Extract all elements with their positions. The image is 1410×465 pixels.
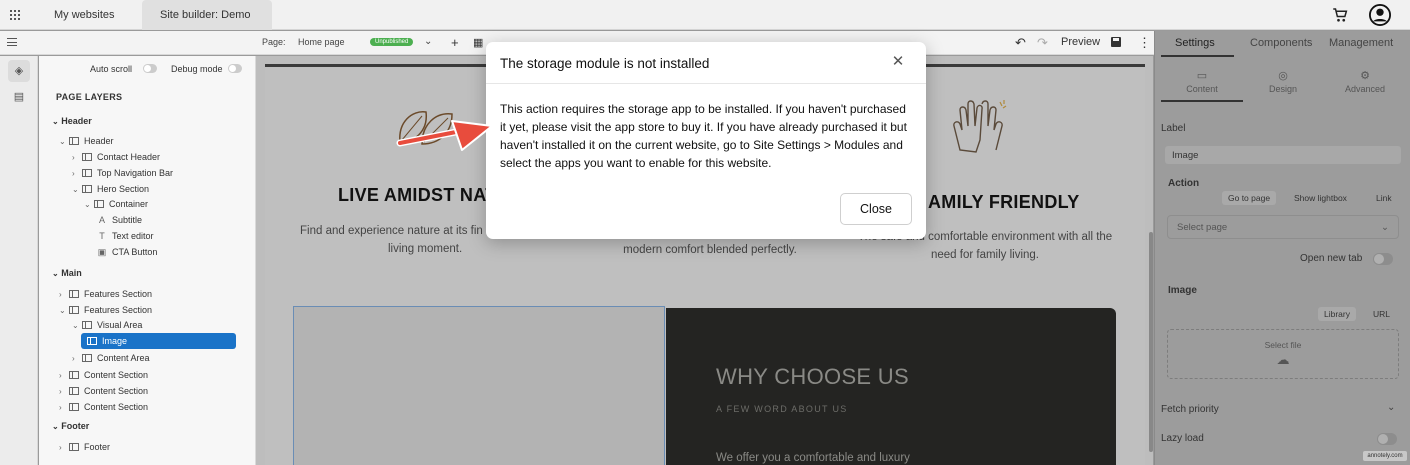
watermark: annotely.com <box>1363 451 1407 461</box>
action-show-lightbox[interactable]: Show lightbox <box>1288 191 1353 205</box>
redo-icon[interactable]: ↷ <box>1037 36 1048 50</box>
layer-visual-area[interactable]: ⌄ Visual Area <box>72 317 142 333</box>
user-avatar-icon[interactable] <box>1369 4 1391 26</box>
action-link[interactable]: Link <box>1370 191 1398 205</box>
layer-features-section[interactable]: ⌄ Features Section <box>59 302 152 318</box>
layer-group-main[interactable]: ⌄ Main <box>52 268 82 278</box>
feature-title-family: AMILY FRIENDLY <box>928 192 1080 212</box>
why-choose-us-section[interactable]: WHY CHOOSE US A FEW WORD ABOUT US We off… <box>666 308 1116 465</box>
layer-subtitle[interactable]: A Subtitle <box>97 212 142 228</box>
sections-icon[interactable]: ▤ <box>8 86 30 108</box>
subtab-advanced[interactable]: ⚙ Advanced <box>1325 69 1405 94</box>
layers-icon[interactable]: ◈ <box>8 60 30 82</box>
layer-header[interactable]: ⌄ Header <box>59 133 114 149</box>
layer-content-section[interactable]: › Content Section <box>59 399 148 415</box>
layer-hero-section[interactable]: ⌄ Hero Section <box>72 181 149 197</box>
layer-image-selected[interactable]: Image <box>81 333 236 349</box>
dialog-message: This action requires the storage app to … <box>500 102 907 170</box>
cloud-upload-icon: ☁ <box>1276 352 1290 367</box>
tab-management[interactable]: Management <box>1329 37 1393 49</box>
open-new-tab-label: Open new tab <box>1300 253 1363 264</box>
page-layers-panel: Auto scroll Debug mode PAGE LAYERS ⌄ Hea… <box>39 56 256 465</box>
palette-icon: ◎ <box>1278 70 1288 82</box>
open-new-tab-toggle[interactable] <box>1373 253 1393 265</box>
chevron-down-icon: ⌄ <box>1381 221 1389 233</box>
annotation-arrow-icon <box>396 120 493 151</box>
more-vertical-icon[interactable]: ⋮ <box>1138 35 1151 51</box>
image-heading: Image <box>1168 285 1197 296</box>
debug-mode-toggle[interactable] <box>228 64 242 73</box>
preview-button[interactable]: Preview <box>1061 36 1100 48</box>
why-subtitle: A FEW WORD ABOUT US <box>716 404 848 414</box>
feature-title-nature: LIVE AMIDST NATU <box>338 185 510 205</box>
tab-site-builder[interactable]: Site builder: Demo <box>142 0 272 30</box>
chevron-down-icon[interactable]: ⌄ <box>424 36 432 47</box>
feature-desc-modern: modern comfort blended perfectly. <box>623 244 797 256</box>
storage-module-dialog: The storage module is not installed ✕ Th… <box>486 42 926 239</box>
select-file-dropzone[interactable]: Select file ☁ <box>1167 329 1399 379</box>
undo-icon[interactable]: ↶ <box>1015 36 1026 50</box>
page-label: Page: <box>262 37 286 47</box>
layer-content-section[interactable]: › Content Section <box>59 367 148 383</box>
content-icon: ▭ <box>1196 70 1208 82</box>
label-heading: Label <box>1161 123 1186 134</box>
layer-contact-header[interactable]: › Contact Header <box>72 149 160 165</box>
save-icon[interactable] <box>1111 37 1121 47</box>
dialog-header: The storage module is not installed ✕ <box>486 42 926 84</box>
layer-content-section[interactable]: › Content Section <box>59 383 148 399</box>
layer-features-section[interactable]: › Features Section <box>59 286 152 302</box>
auto-scroll-toggle[interactable] <box>143 64 157 73</box>
why-title: WHY CHOOSE US <box>716 364 909 389</box>
layer-content-area[interactable]: › Content Area <box>72 350 150 366</box>
subtab-content[interactable]: ▭ Content <box>1162 69 1242 94</box>
action-go-to-page[interactable]: Go to page <box>1222 191 1277 205</box>
lazy-load-toggle[interactable] <box>1377 433 1397 445</box>
left-rail: ◈ ▤ <box>0 56 38 465</box>
fetch-priority-label: Fetch priority <box>1161 404 1219 415</box>
top-bar: My websites Site builder: Demo <box>0 0 1410 30</box>
select-page-dropdown[interactable]: Select page ⌄ <box>1167 215 1399 239</box>
page-layers-title: PAGE LAYERS <box>56 92 123 102</box>
layer-top-nav[interactable]: › Top Navigation Bar <box>72 165 173 181</box>
tab-components[interactable]: Components <box>1250 37 1312 49</box>
debug-mode-label: Debug mode <box>171 64 223 74</box>
high-five-icon <box>953 100 1007 153</box>
image-source-library[interactable]: Library <box>1318 307 1356 321</box>
chevron-down-icon[interactable]: ⌄ <box>1387 402 1395 413</box>
layer-group-header[interactable]: ⌄ Header <box>52 116 92 126</box>
layer-text-editor[interactable]: T Text editor <box>97 228 153 244</box>
image-placeholder-selected[interactable] <box>293 306 665 465</box>
canvas-scrollbar[interactable] <box>1149 232 1153 452</box>
cart-icon[interactable] <box>1331 6 1349 24</box>
menu-icon[interactable] <box>7 38 17 46</box>
apps-grid-icon[interactable] <box>10 10 20 20</box>
layer-footer[interactable]: › Footer <box>59 439 110 455</box>
layer-container[interactable]: ⌄ Container <box>84 196 148 212</box>
tab-my-websites[interactable]: My websites <box>36 0 146 30</box>
subtab-design[interactable]: ◎ Design <box>1243 69 1323 94</box>
layer-cta-button[interactable]: ▣ CTA Button <box>97 244 158 260</box>
tab-settings[interactable]: Settings <box>1175 37 1215 49</box>
settings-panel: Settings Components Management ▭ Content … <box>1154 31 1410 465</box>
status-badge: Unpublished <box>370 38 414 46</box>
close-button[interactable]: Close <box>840 193 912 225</box>
gear-icon: ⚙ <box>1360 70 1370 82</box>
layer-group-footer[interactable]: ⌄ Footer <box>52 421 89 431</box>
auto-scroll-label: Auto scroll <box>90 64 133 74</box>
label-input[interactable]: Image <box>1165 146 1401 164</box>
close-icon[interactable]: ✕ <box>891 54 905 69</box>
why-body-text: We offer you a comfortable and luxury <box>716 452 910 464</box>
action-heading: Action <box>1168 178 1200 189</box>
image-source-url[interactable]: URL <box>1367 307 1396 321</box>
dialog-title: The storage module is not installed <box>500 56 710 71</box>
page-select-value[interactable]: Home page <box>298 37 345 47</box>
page-settings-icon[interactable]: ▦ <box>473 36 483 50</box>
lazy-load-label: Lazy load <box>1161 433 1204 444</box>
add-page-icon[interactable]: + <box>451 36 459 50</box>
